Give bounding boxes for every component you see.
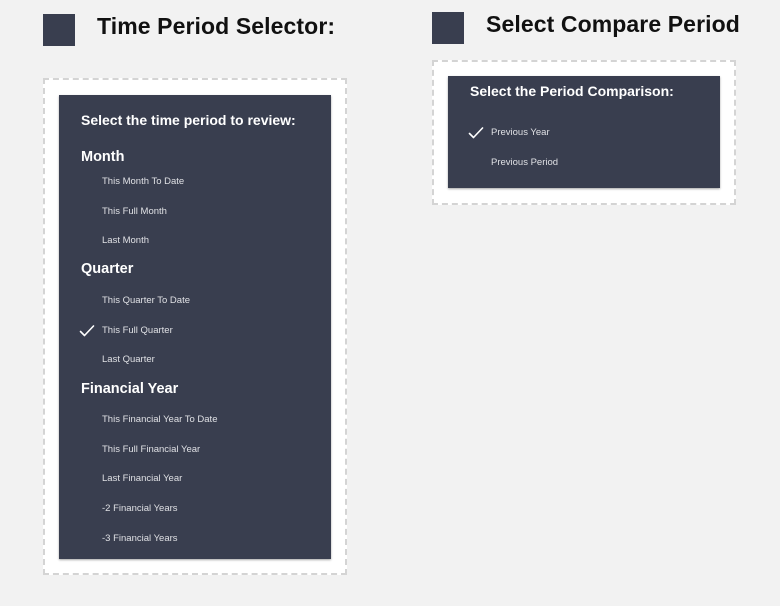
option-this-month-to-date[interactable]: This Month To Date: [79, 173, 319, 191]
option-label: This Financial Year To Date: [102, 414, 218, 425]
compare-selector-frame: Select the Period Comparison: Previous Y…: [432, 60, 736, 205]
compare-selector-heading: Select the Period Comparison:: [470, 83, 674, 99]
group-heading-financial-year: Financial Year: [81, 381, 179, 397]
option-label: Last Quarter: [102, 354, 155, 365]
option-label: Last Month: [102, 235, 149, 246]
option-last-quarter[interactable]: Last Quarter: [79, 351, 319, 369]
checkmark-icon: [468, 127, 484, 139]
option-label: This Quarter To Date: [102, 295, 191, 306]
time-selector-heading: Select the time period to review:: [81, 112, 296, 128]
option-minus-2-financial-years[interactable]: -2 Financial Years: [79, 500, 319, 518]
option-label: This Full Financial Year: [102, 444, 201, 455]
time-selector-panel: Select the time period to review: Month …: [59, 95, 331, 559]
time-selector-title: Time Period Selector:: [97, 13, 336, 39]
compare-selector-title: Select Compare Period: [486, 11, 740, 37]
compare-selector-panel: Select the Period Comparison: Previous Y…: [448, 76, 720, 188]
option-this-full-quarter[interactable]: This Full Quarter: [79, 322, 319, 340]
option-last-financial-year[interactable]: Last Financial Year: [79, 470, 319, 488]
option-this-financial-year-to-date[interactable]: This Financial Year To Date: [79, 411, 319, 429]
option-label: This Full Quarter: [102, 325, 173, 336]
group-heading-month: Month: [81, 149, 125, 165]
option-label: This Month To Date: [102, 176, 185, 187]
option-label: Previous Period: [491, 157, 559, 168]
group-heading-quarter: Quarter: [81, 261, 134, 277]
option-label: -2 Financial Years: [102, 503, 178, 514]
option-label: Last Financial Year: [102, 473, 183, 484]
compare-selector-color-swatch: [432, 12, 464, 44]
checkmark-icon: [79, 325, 95, 337]
option-label: This Full Month: [102, 206, 167, 217]
time-selector-frame: Select the time period to review: Month …: [43, 78, 347, 575]
time-selector-color-swatch: [43, 14, 75, 46]
option-previous-year[interactable]: Previous Year: [468, 124, 708, 142]
option-previous-period[interactable]: Previous Period: [468, 154, 708, 172]
option-label: Previous Year: [491, 127, 550, 138]
option-this-full-month[interactable]: This Full Month: [79, 203, 319, 221]
option-minus-3-financial-years[interactable]: -3 Financial Years: [79, 530, 319, 548]
option-this-quarter-to-date[interactable]: This Quarter To Date: [79, 292, 319, 310]
option-this-full-financial-year[interactable]: This Full Financial Year: [79, 441, 319, 459]
option-label: -3 Financial Years: [102, 533, 178, 544]
option-last-month[interactable]: Last Month: [79, 232, 319, 250]
